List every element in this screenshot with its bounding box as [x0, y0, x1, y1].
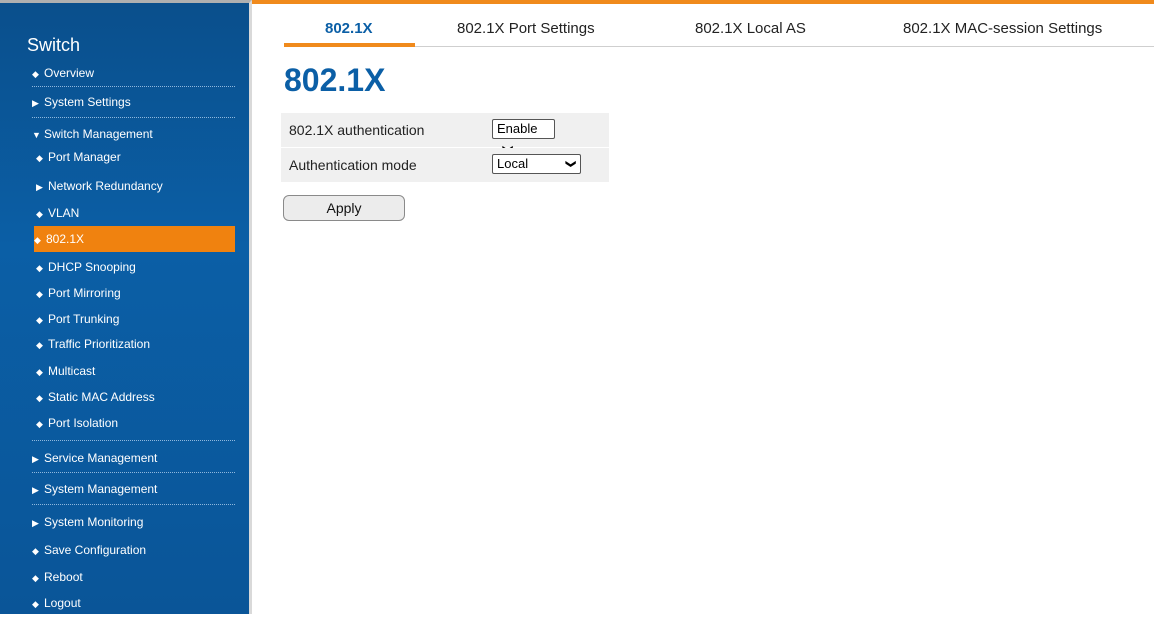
divider	[32, 504, 235, 505]
sidebar-item-label: Reboot	[44, 570, 83, 584]
divider	[32, 472, 235, 473]
sidebar-item-label: Overview	[44, 66, 95, 80]
divider	[32, 86, 235, 87]
sidebar-item-label: System Management	[44, 482, 158, 496]
tab-8021x-port-settings[interactable]: 802.1X Port Settings	[457, 20, 595, 37]
mode-label: Authentication mode	[289, 157, 417, 173]
sidebar-item-network-redundancy[interactable]: ▶ Network Redundancy	[36, 173, 239, 199]
bullet-icon: ◆	[36, 419, 43, 429]
sidebar-item-label: Multicast	[48, 364, 96, 378]
sidebar-item-label: 802.1X	[46, 232, 85, 246]
top-accent-line	[252, 0, 1154, 4]
bullet-icon: ◆	[36, 263, 43, 273]
sidebar-item-label: Port Trunking	[48, 312, 120, 326]
sidebar-item-label: Switch Management	[44, 127, 153, 141]
sidebar-item-overview[interactable]: ◆ Overview	[32, 60, 235, 86]
sidebar-item-dhcp-snooping[interactable]: ◆ DHCP Snooping	[36, 254, 239, 280]
sidebar-item-label: Port Manager	[48, 150, 121, 164]
sidebar-item-vlan[interactable]: ◆ VLAN	[36, 200, 239, 226]
auth-select-value: Enable	[497, 121, 538, 136]
sidebar-item-label: Service Management	[44, 451, 158, 465]
triangle-right-icon: ▶	[32, 518, 39, 528]
divider	[32, 117, 235, 118]
sidebar-item-label: Port Mirroring	[48, 286, 121, 300]
sidebar-item-label: System Settings	[44, 95, 131, 109]
bullet-icon: ◆	[36, 209, 43, 219]
bullet-icon: ◆	[34, 235, 41, 245]
bullet-icon: ◆	[32, 599, 39, 609]
mode-select[interactable]: Local ❯	[492, 154, 581, 174]
sidebar-item-label: System Monitoring	[44, 515, 144, 529]
sidebar-item-label: VLAN	[48, 206, 80, 220]
sidebar-item-logout[interactable]: ◆ Logout	[32, 590, 235, 616]
sidebar-item-port-manager[interactable]: ◆ Port Manager	[36, 144, 239, 170]
mode-select-value: Local	[497, 156, 529, 171]
sidebar-item-service-management[interactable]: ▶ Service Management	[32, 445, 235, 471]
sidebar-item-static-mac-address[interactable]: ◆ Static MAC Address	[36, 384, 239, 410]
auth-label: 802.1X authentication	[289, 122, 425, 138]
active-tab-indicator	[284, 43, 415, 47]
sidebar-item-system-settings[interactable]: ▶ System Settings	[32, 89, 235, 115]
chevron-down-icon: ❯	[564, 159, 576, 169]
bullet-icon: ◆	[36, 289, 43, 299]
sidebar-item-system-monitoring[interactable]: ▶ System Monitoring	[32, 509, 235, 535]
divider	[32, 440, 235, 441]
sidebar-item-label: Logout	[44, 596, 81, 610]
tab-8021x-local-as[interactable]: 802.1X Local AS	[695, 20, 806, 37]
page-title: 802.1X	[284, 62, 386, 98]
bullet-icon: ◆	[36, 315, 43, 325]
sidebar-item-label: Save Configuration	[44, 543, 147, 557]
sidebar-title: Switch	[27, 35, 81, 55]
bullet-icon: ◆	[36, 367, 43, 377]
sidebar-item-port-isolation[interactable]: ◆ Port Isolation	[36, 410, 239, 436]
tab-8021x[interactable]: 802.1X	[325, 20, 373, 37]
bullet-icon: ◆	[32, 573, 39, 583]
sidebar-item-port-mirroring[interactable]: ◆ Port Mirroring	[36, 280, 239, 306]
sidebar-item-label: Traffic Prioritization	[48, 337, 151, 351]
sidebar-item-8021x[interactable]: ◆ 802.1X	[34, 226, 235, 252]
auth-row: 802.1X authentication Enable❯	[281, 113, 609, 153]
bullet-icon: ◆	[36, 153, 43, 163]
bullet-icon: ◆	[36, 393, 43, 403]
sidebar-item-save-configuration[interactable]: ◆ Save Configuration	[32, 537, 235, 563]
sidebar-item-label: Port Isolation	[48, 416, 119, 430]
tab-divider	[415, 46, 1154, 47]
triangle-right-icon: ▶	[36, 182, 43, 192]
sidebar-item-traffic-prioritization[interactable]: ◆ Traffic Prioritization	[36, 331, 239, 357]
triangle-right-icon: ▶	[32, 98, 39, 108]
bullet-icon: ◆	[32, 69, 39, 79]
sidebar-item-reboot[interactable]: ◆ Reboot	[32, 564, 235, 590]
sidebar-item-label: Network Redundancy	[48, 179, 163, 193]
bullet-icon: ◆	[36, 340, 43, 350]
bullet-icon: ◆	[32, 546, 39, 556]
apply-button[interactable]: Apply	[283, 195, 405, 221]
triangle-right-icon: ▶	[32, 454, 39, 464]
mode-row: Authentication mode Local ❯	[281, 148, 609, 182]
auth-select[interactable]: Enable❯	[492, 119, 555, 153]
sidebar-item-port-trunking[interactable]: ◆ Port Trunking	[36, 306, 239, 332]
triangle-right-icon: ▶	[32, 485, 39, 495]
sidebar-item-multicast[interactable]: ◆ Multicast	[36, 358, 239, 384]
tab-8021x-mac-session-settings[interactable]: 802.1X MAC-session Settings	[903, 20, 1102, 37]
sidebar-item-label: DHCP Snooping	[48, 260, 136, 274]
sidebar-item-label: Static MAC Address	[48, 390, 155, 404]
sidebar-item-system-management[interactable]: ▶ System Management	[32, 476, 235, 502]
sidebar: Switch ◆ Overview ▶ System Settings ▼ Switc…	[0, 0, 252, 614]
